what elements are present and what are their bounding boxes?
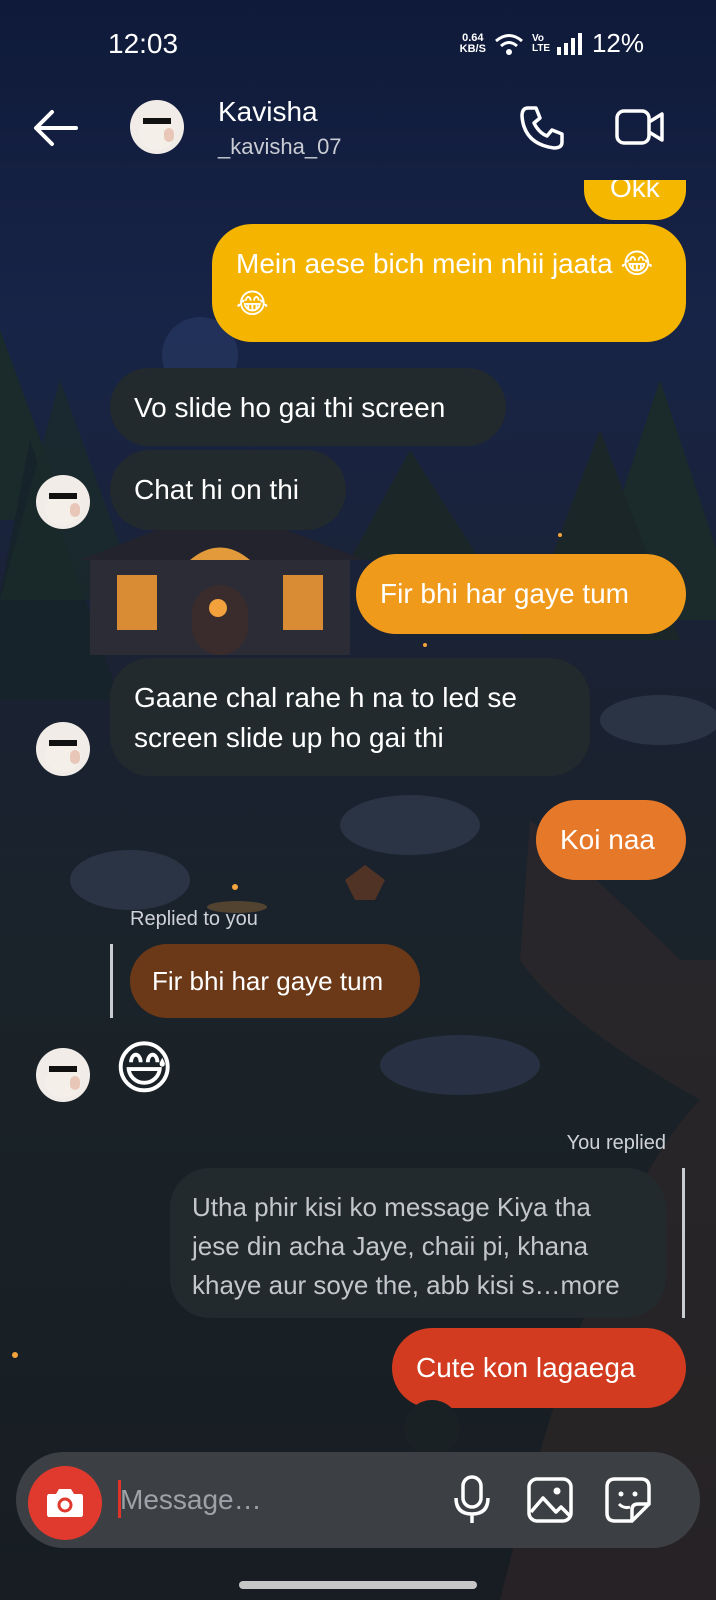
incoming-message-bubble[interactable]: Gaane chal rahe h na to led se screen sl… [110, 658, 590, 776]
message-text: Mein aese bich mein nhii jaata 😂😂 [236, 248, 654, 319]
contact-username[interactable]: _kavisha_07 [218, 134, 342, 160]
cat-with-sunglasses-image [45, 740, 81, 772]
message-text: Gaane chal rahe h na to led se screen sl… [134, 682, 517, 753]
gallery-icon[interactable] [526, 1476, 574, 1524]
signal-icon [556, 32, 582, 55]
home-indicator[interactable] [239, 1581, 477, 1589]
video-call-icon[interactable] [614, 106, 666, 148]
sender-avatar[interactable] [36, 475, 90, 529]
message-text: Vo slide ho gai thi screen [134, 392, 446, 423]
message-text: Koi naa [560, 824, 655, 855]
outgoing-message-bubble[interactable]: Koi naa [536, 800, 686, 880]
outgoing-message-bubble[interactable]: Mein aese bich mein nhii jaata 😂😂 [212, 224, 686, 342]
cat-with-sunglasses-image [45, 1066, 81, 1098]
quoted-text: Fir bhi har gaye tum [152, 966, 384, 996]
emoji-message[interactable]: 😅 [114, 1034, 174, 1104]
sender-avatar[interactable] [36, 1048, 90, 1102]
net-speed-value: 0.64 [462, 31, 484, 44]
incoming-message-bubble[interactable]: Chat hi on thi [110, 450, 346, 530]
reply-indicator-line [682, 1168, 685, 1318]
camera-icon [47, 1489, 83, 1517]
volte-icon: Vo LTE [531, 32, 551, 54]
status-icons: 0.64 KB/S Vo LTE 12% [460, 28, 644, 59]
message-text: Chat hi on thi [134, 474, 299, 505]
quoted-text: Utha phir kisi ko message Kiya tha jese … [192, 1192, 620, 1300]
sender-avatar[interactable] [36, 722, 90, 776]
incoming-message-bubble[interactable]: Vo slide ho gai thi screen [110, 368, 506, 446]
status-time: 12:03 [108, 28, 179, 59]
outgoing-message-bubble[interactable]: Cute kon lagaega [392, 1328, 686, 1408]
contact-avatar[interactable] [130, 100, 184, 154]
back-arrow-icon[interactable] [32, 108, 80, 148]
cat-with-sunglasses-image [139, 118, 175, 150]
message-text: Okk [610, 180, 660, 203]
wifi-icon [494, 33, 523, 55]
message-text: Fir bhi har gaye tum [380, 578, 629, 609]
message-input[interactable]: Message… [120, 1484, 262, 1516]
microphone-icon[interactable] [452, 1474, 492, 1526]
camera-button[interactable] [28, 1466, 102, 1540]
contact-name[interactable]: Kavisha [218, 96, 318, 128]
reply-label: Replied to you [130, 908, 258, 930]
quoted-message-bubble[interactable]: Fir bhi har gaye tum [130, 944, 420, 1018]
outgoing-message-bubble[interactable]: Okk [584, 180, 686, 220]
reaction-emoji-badge[interactable] [404, 1400, 460, 1456]
reply-indicator-line [110, 944, 113, 1018]
reply-label: You replied [566, 1132, 666, 1154]
network-speed: 0.64 KB/S [459, 31, 486, 55]
phone-call-icon[interactable] [518, 104, 566, 152]
cat-with-sunglasses-image [45, 493, 81, 525]
quoted-message-bubble[interactable]: Utha phir kisi ko message Kiya tha jese … [170, 1168, 666, 1318]
battery-level: 12% [591, 28, 644, 58]
outgoing-message-bubble[interactable]: Fir bhi har gaye tum [356, 554, 686, 634]
message-text: Cute kon lagaega [416, 1352, 636, 1383]
sticker-icon[interactable] [604, 1476, 652, 1524]
net-speed-unit: KB/S [459, 42, 486, 55]
